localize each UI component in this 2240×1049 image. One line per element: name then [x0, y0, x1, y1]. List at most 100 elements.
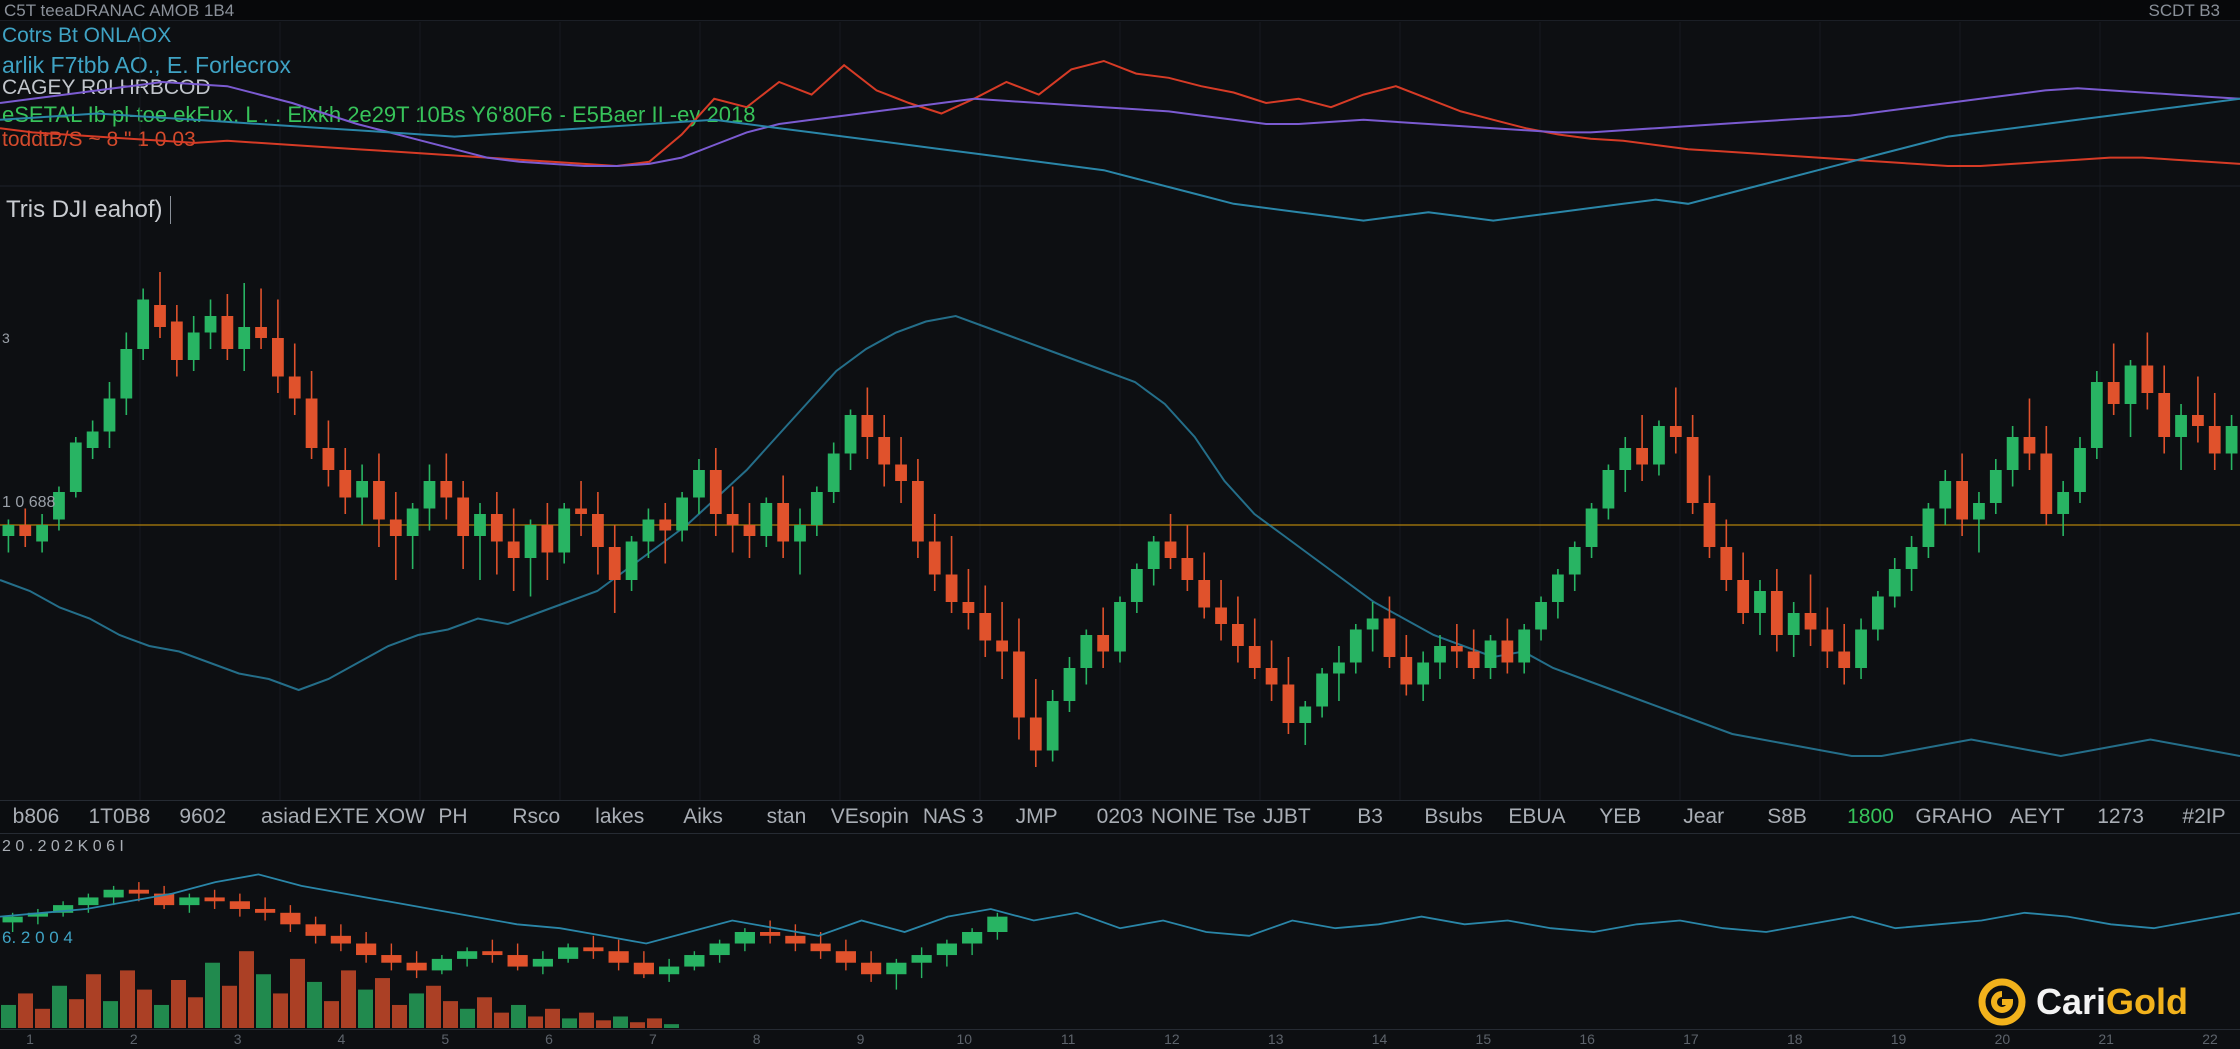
candle — [1484, 635, 1497, 679]
candle-body — [1164, 541, 1177, 558]
bottom-axis-label: 8 — [752, 1031, 761, 1047]
bottom-axis-label: 5 — [441, 1031, 450, 1047]
candle-body — [1872, 596, 1884, 630]
candle — [1686, 415, 1699, 514]
volume-bar — [290, 958, 305, 1028]
candle-body — [1232, 624, 1244, 646]
candle — [204, 299, 217, 349]
candle-body — [1316, 673, 1328, 707]
candle — [1754, 580, 1766, 635]
candle-body — [1720, 547, 1733, 580]
candle — [440, 453, 453, 520]
bottom-axis-label: 22 — [2202, 1031, 2218, 1047]
time-axis-label: NAS 3 — [922, 805, 984, 828]
candle — [1215, 580, 1227, 641]
candle — [137, 288, 150, 360]
candle-body — [187, 332, 200, 360]
candle-body — [2023, 437, 2036, 454]
lower-candle — [280, 905, 301, 932]
lower-candle — [204, 889, 225, 909]
candle — [827, 442, 840, 503]
time-axis-label: PH — [438, 805, 468, 828]
candle — [1619, 437, 1632, 492]
lower-candle — [482, 939, 503, 963]
candle-body — [1838, 651, 1851, 668]
lower-candle — [861, 951, 882, 982]
candle — [979, 585, 992, 657]
candle — [945, 536, 958, 613]
volume-bar — [307, 981, 322, 1028]
candle-body — [406, 508, 419, 536]
volume-bar — [596, 1020, 611, 1028]
candle-body — [1939, 481, 1952, 509]
lower-candle — [936, 939, 957, 967]
price-marker: 1 0 688 — [2, 494, 56, 511]
lower-candle — [27, 908, 48, 925]
candle-body — [1029, 717, 1042, 751]
chart-canvas[interactable] — [0, 0, 2240, 1048]
candle — [1333, 646, 1345, 701]
candle — [1720, 519, 1733, 591]
candle — [541, 503, 554, 580]
candle-body — [1855, 629, 1867, 668]
volume-bar — [205, 962, 220, 1028]
candle-body — [389, 519, 402, 536]
lower-candle-body — [381, 955, 402, 963]
candle — [103, 382, 116, 448]
candle-body — [1787, 613, 1800, 635]
candle — [676, 492, 688, 542]
lower-candle-body — [356, 943, 377, 956]
volume-bar — [52, 985, 67, 1028]
volume-bar — [630, 1022, 645, 1028]
lower-candles — [2, 882, 1008, 990]
candle-body — [19, 525, 32, 536]
candle — [1265, 640, 1278, 701]
volume-bar — [120, 970, 135, 1028]
candle — [255, 288, 267, 349]
bottom-axis-label: 17 — [1683, 1031, 1699, 1047]
candle-body — [1636, 448, 1648, 465]
lower-candle — [886, 958, 907, 990]
candle-body — [490, 514, 503, 542]
candle — [457, 481, 470, 569]
volume-bar — [477, 997, 492, 1028]
candle — [2006, 426, 2019, 487]
pane-title[interactable]: Tris DJI eahof) — [6, 196, 172, 224]
lower-candle-body — [406, 962, 427, 971]
candle-body — [1450, 646, 1463, 652]
candle — [861, 387, 874, 459]
logo-text-cari: Cari — [2036, 981, 2107, 1022]
volume-bar — [18, 993, 33, 1028]
volume-bar — [188, 997, 203, 1028]
candle-body — [69, 442, 82, 492]
candle — [726, 486, 739, 553]
candle-body — [1349, 629, 1362, 663]
candle — [2192, 376, 2204, 443]
volume-bar — [341, 970, 356, 1028]
lower-candle — [684, 951, 705, 971]
lower-candle-body — [507, 955, 528, 967]
carigold-logo-icon — [1978, 978, 2026, 1026]
candle-body — [170, 321, 183, 360]
candle-body — [2090, 382, 2103, 448]
candle — [1400, 635, 1413, 696]
candle — [1653, 420, 1665, 476]
candle-body — [1484, 640, 1497, 668]
candle — [339, 448, 352, 514]
volume-bar — [273, 993, 288, 1028]
candle — [1973, 492, 1985, 553]
candle — [19, 508, 32, 547]
candle-body — [373, 481, 385, 520]
candle — [1248, 618, 1261, 679]
candle-body — [103, 398, 116, 432]
candle — [895, 437, 907, 503]
time-axis-label: 1800 — [1847, 805, 1894, 828]
candle — [1905, 536, 1918, 591]
candle — [1737, 552, 1750, 624]
candle-body — [1046, 701, 1059, 751]
candle-body — [255, 327, 267, 338]
candle — [1922, 503, 1935, 558]
candle — [507, 508, 520, 591]
candle — [1956, 453, 1968, 536]
candle-body — [36, 525, 48, 542]
